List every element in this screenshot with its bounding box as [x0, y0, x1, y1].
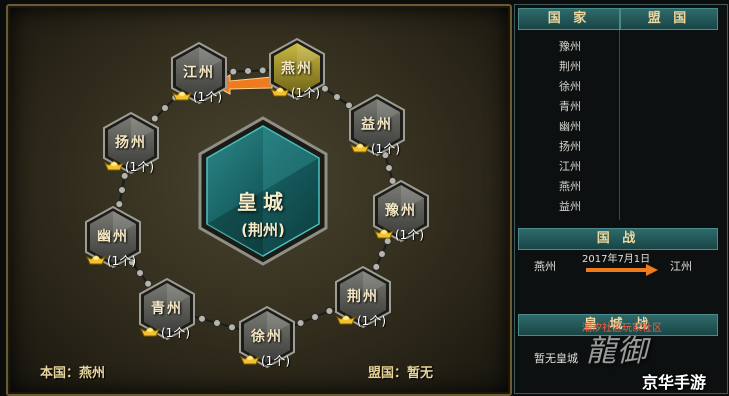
own-country-label: 本国：燕州: [40, 366, 106, 381]
city-node[interactable]: 豫州 (1个): [370, 178, 432, 244]
city-count: (1个): [161, 326, 190, 340]
ring-bead: [378, 250, 386, 258]
palace-name: 皇城: [237, 190, 289, 214]
ally-label: 盟国：暂无: [368, 366, 434, 381]
city-node[interactable]: 幽州 (1个): [82, 204, 144, 270]
city-name: 豫州: [385, 203, 417, 219]
ring-bead: [244, 67, 252, 75]
ring-bead: [311, 313, 319, 321]
watermark-logo: 龍御: [586, 334, 648, 369]
city-node[interactable]: 江州 (1个): [168, 40, 230, 106]
city-count: (1个): [395, 228, 424, 242]
watermark-site: 京华手游: [642, 373, 707, 392]
war-defender: 江州: [670, 260, 692, 273]
ring-bead: [213, 319, 221, 327]
ally-header: 盟 国: [620, 8, 718, 30]
ring-bead: [333, 93, 341, 101]
country-list-item: 豫州: [559, 40, 581, 53]
gold-ingot-icon: [270, 86, 290, 97]
war-arrow: [586, 264, 658, 276]
city-count: (1个): [357, 314, 386, 328]
ring-bead: [198, 314, 206, 323]
gold-ingot-icon: [104, 160, 124, 171]
city-node[interactable]: 荆州 (1个): [332, 264, 394, 330]
city-name: 益州: [361, 117, 393, 133]
country-header: 国 家: [518, 8, 620, 30]
country-list-item: 徐州: [559, 80, 581, 93]
country-list-item: 扬州: [559, 140, 581, 153]
gold-ingot-icon: [86, 254, 106, 265]
city-name: 江州: [183, 65, 215, 81]
palace-war-status: 暂无皇城: [534, 352, 578, 365]
city-name: 荆州: [347, 289, 379, 305]
ring-bead: [228, 323, 236, 332]
country-war-map: 皇城 (荆州) 燕州 (1个) 益州 (1个) 豫州 (1个) 荆州 (1个) 徐州 (1个) 青州…: [6, 4, 512, 396]
city-count: (1个): [291, 86, 320, 100]
country-list-item: 益州: [559, 200, 581, 213]
city-name: 扬州: [115, 135, 147, 151]
gold-ingot-icon: [240, 354, 260, 365]
city-node[interactable]: 燕州 (1个): [266, 36, 328, 102]
war-header: 国 战: [518, 228, 718, 250]
ring-bead: [385, 164, 393, 172]
city-node[interactable]: 徐州 (1个): [236, 304, 298, 370]
gold-ingot-icon: [374, 228, 394, 239]
ring-bead: [118, 186, 126, 194]
ring-bead: [296, 319, 305, 327]
country-list-item: 幽州: [559, 120, 581, 133]
country-list-item: 青州: [559, 100, 581, 113]
city-count: (1个): [371, 142, 400, 156]
city-count: (1个): [261, 354, 290, 368]
ring-bead: [229, 67, 238, 76]
city-name: 青州: [151, 301, 183, 317]
city-name: 徐州: [251, 329, 283, 345]
war-attacker: 燕州: [534, 260, 556, 273]
city-count: (1个): [125, 160, 154, 174]
city-node[interactable]: 益州 (1个): [346, 92, 408, 158]
country-list-item: 荆州: [559, 60, 581, 73]
city-count: (1个): [107, 254, 136, 268]
country-list-item: 江州: [559, 160, 581, 173]
city-name: 燕州: [281, 61, 313, 77]
country-list-item: 燕州: [559, 180, 581, 193]
city-count: (1个): [193, 90, 222, 104]
palace-subtitle: (荆州): [241, 221, 285, 239]
gold-ingot-icon: [140, 326, 160, 337]
war-date: 2017年7月1日: [582, 254, 651, 265]
column-divider: [619, 30, 620, 220]
gold-ingot-icon: [172, 90, 192, 101]
gold-ingot-icon: [336, 314, 356, 325]
city-node[interactable]: 青州 (1个): [136, 276, 198, 342]
gold-ingot-icon: [350, 142, 370, 153]
city-node[interactable]: 扬州 (1个): [100, 110, 162, 176]
city-name: 幽州: [97, 229, 129, 245]
